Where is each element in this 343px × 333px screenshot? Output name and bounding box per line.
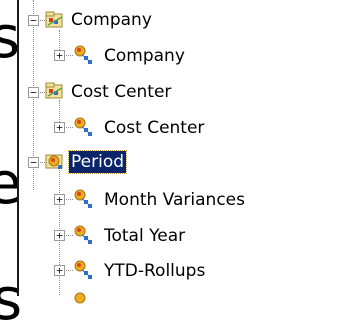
dimension-folder-icon — [45, 82, 63, 99]
tree-node-label[interactable]: Company — [69, 9, 154, 31]
collapse-toggle[interactable]: − — [28, 15, 39, 26]
expand-toggle[interactable]: + — [54, 122, 65, 133]
dimension-tree: − Company + Company − Cost Center + Cost… — [19, 0, 343, 304]
hierarchy-icon — [74, 45, 92, 64]
expand-toggle[interactable]: + — [54, 50, 65, 61]
collapse-toggle[interactable]: − — [28, 87, 39, 98]
tree-node-label[interactable]: YTD-Rollups — [102, 260, 207, 282]
hierarchy-icon — [74, 117, 92, 136]
tree-node-label[interactable]: Cost Center — [102, 117, 206, 139]
tree-node-label[interactable]: Month Variances — [102, 189, 247, 211]
hierarchy-icon — [74, 292, 86, 304]
tree-node-label-selected[interactable]: Period — [67, 150, 128, 174]
dimension-folder-icon — [45, 11, 63, 28]
expand-toggle[interactable]: + — [54, 230, 65, 241]
hierarchy-icon — [74, 225, 92, 244]
hierarchy-icon — [74, 189, 92, 208]
tree-node-label[interactable]: Company — [102, 45, 187, 67]
tree-node-label[interactable]: Cost Center — [69, 81, 173, 103]
expand-toggle[interactable]: + — [54, 265, 65, 276]
hierarchy-icon — [74, 260, 92, 279]
dimension-time-icon — [45, 154, 63, 169]
collapse-toggle[interactable]: − — [28, 157, 39, 168]
tree-node-label[interactable]: Total Year — [102, 225, 187, 247]
expand-toggle[interactable]: + — [54, 194, 65, 205]
